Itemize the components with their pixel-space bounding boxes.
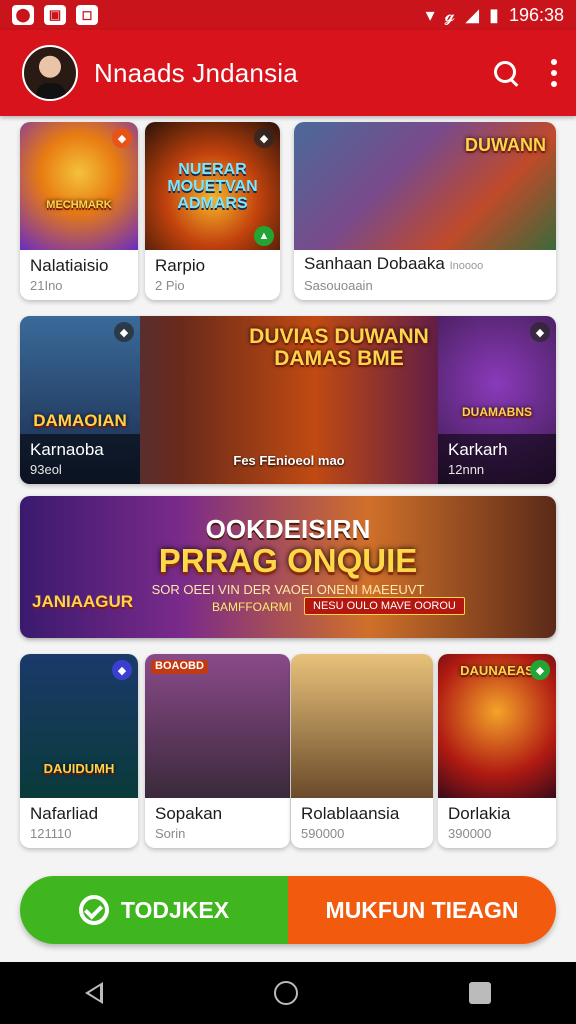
cta-left-button[interactable]: TODJKEX [20, 876, 288, 944]
game-badge-icon: ◆ [112, 660, 132, 680]
banner-headline: PRRAG ONQUIE [158, 542, 418, 579]
game-badge-icon: ◆ [112, 128, 132, 148]
game-subtitle: 390000 [448, 826, 492, 841]
game-art-title: DUVIAS DUWANN DAMAS BME [249, 325, 429, 371]
game-art-title: NUERAR MOUETVAN ADMARS [167, 161, 258, 212]
game-art-title: DUWANN [465, 135, 546, 155]
app-actions [492, 59, 558, 87]
game-title: Karkarh [448, 440, 508, 459]
featured-art[interactable]: DUVIAS DUWANN DAMAS BME Fes FEnioeol mao [140, 316, 438, 484]
banner-promo-text: BAMFFOARMI [212, 600, 292, 614]
game-info: Sanhaan Dobaaka Inoooo Sasouoaain [294, 248, 556, 300]
game-title: Sopakan [155, 804, 223, 823]
notification-app-icon: ⬤ [12, 5, 34, 25]
app-title: Nnaads Jndansia [94, 57, 298, 88]
game-title: Rolablaansia [301, 804, 400, 823]
featured-strip[interactable]: DAMAOIAN ◆ Karnaoba 93eol DUVIAS DUWANN … [20, 316, 556, 484]
home-icon[interactable] [273, 981, 298, 1005]
game-badge-icon: ◆ [254, 128, 274, 148]
cta-left-label: TODJKEX [120, 896, 230, 923]
app-bar: Nnaads Jndansia [0, 30, 576, 116]
game-meta: Inoooo [449, 260, 484, 272]
banner-headline-top: OOKDEISIRN [205, 514, 371, 544]
game-art [291, 654, 433, 798]
game-art-title: DAUIDUMH [43, 761, 115, 776]
game-subtitle: Sorin [155, 826, 186, 841]
system-indicators: ▾ 𝓰 ◢ ▮ 196:38 [426, 5, 564, 26]
game-art-title: BOAOBD [151, 660, 208, 674]
game-grid: MECHMARK ◆ Nalatiaisio 21Ino NUERAR MOUE… [0, 116, 576, 962]
game-art-title: MECHMARK [46, 199, 112, 211]
game-title-text: Sanhaan Dobaaka [304, 254, 445, 273]
game-subtitle: 2 Pio [155, 278, 185, 293]
game-info: Rarpio 2 Pio [145, 250, 280, 300]
game-title: Karnaoba [30, 440, 104, 459]
cta-right-button[interactable]: MUKFUN TIEAGN [288, 876, 556, 944]
game-card[interactable]: Rolablaansia 590000 [291, 654, 433, 848]
battery-icon: ▮ [489, 4, 499, 25]
game-title: Dorlakia [448, 804, 511, 823]
game-title: Rarpio [155, 256, 206, 275]
avatar[interactable] [22, 45, 78, 101]
game-title: Nafarliad [30, 804, 99, 823]
cta-bar: TODJKEX MUKFUN TIEAGN [20, 876, 556, 944]
game-badge-icon: ◆ [530, 322, 550, 342]
game-info: Rolablaansia 590000 [291, 798, 433, 848]
game-title: Nalatiaisio [30, 256, 109, 275]
game-art: BOAOBD [145, 654, 290, 798]
game-art: MECHMARK ◆ [20, 122, 138, 250]
game-card[interactable]: DUAMABNS ◆ Karkarh 12nnn [438, 316, 556, 484]
game-subtitle: 93eol [30, 462, 62, 477]
system-nav-bar [0, 962, 576, 1024]
recent-apps-icon[interactable] [468, 982, 491, 1004]
banner-logo: JANIAAGUR [32, 592, 134, 611]
notification-square-icon: ◻ [76, 5, 98, 25]
game-art-title: DUAMABNS [462, 405, 532, 419]
game-info: Nalatiaisio 21Ino [20, 250, 138, 300]
game-card[interactable]: DAUIDUMH ◆ Nafarliad 121110 [20, 654, 138, 848]
featured-caption: Fes FEnioeol mao [233, 453, 345, 468]
game-info: Karkarh 12nnn [438, 434, 556, 484]
game-subtitle: 12nnn [448, 462, 485, 477]
game-info: Sopakan Sorin [145, 798, 290, 848]
game-art: NUERAR MOUETVAN ADMARS ◆ ▲ [145, 122, 280, 250]
game-info: Dorlakia 390000 [438, 798, 556, 848]
game-card[interactable]: DUWANN Sanhaan Dobaaka Inoooo Sasouoaain [294, 122, 556, 300]
game-title: Sanhaan Dobaaka Inoooo [304, 254, 546, 276]
notification-image-icon: ▣ [44, 5, 66, 25]
game-art: DAUIDUMH ◆ [20, 654, 138, 798]
notification-icons: ⬤ ▣ ◻ [12, 5, 98, 25]
game-card[interactable]: DAUNAEAS ◆ Dorlakia 390000 [438, 654, 556, 848]
status-bar: ⬤ ▣ ◻ ▾ 𝓰 ◢ ▮ 196:38 [0, 0, 576, 30]
game-subtitle: Sasouoaain [304, 278, 373, 293]
status-time: 196:38 [508, 4, 564, 25]
game-art: DAUNAEAS ◆ [438, 654, 556, 798]
game-info: Karnaoba 93eol [20, 434, 140, 484]
banner-promo-button[interactable]: NESU OULO MAVE OOROU [304, 597, 465, 615]
game-info: Nafarliad 121110 [20, 798, 138, 848]
game-card[interactable]: MECHMARK ◆ Nalatiaisio 21Ino [20, 122, 138, 300]
game-card[interactable]: NUERAR MOUETVAN ADMARS ◆ ▲ Rarpio 2 Pio [145, 122, 280, 300]
game-badge-icon: ◆ [530, 660, 550, 680]
promo-banner[interactable]: OOKDEISIRN PRRAG ONQUIE SOR OEEI VIN DER… [20, 496, 556, 638]
game-subtitle: 121110 [30, 826, 72, 841]
game-art: DUWANN [294, 122, 556, 250]
back-icon[interactable] [85, 982, 104, 1004]
search-icon[interactable] [492, 59, 520, 87]
cell-signal-icon: ◢ [465, 4, 480, 25]
more-options-icon[interactable] [550, 59, 558, 87]
game-subtitle: 590000 [301, 826, 345, 841]
signal-extra-icon: 𝓰 [444, 4, 456, 25]
game-corner-icon: ▲ [254, 226, 274, 246]
check-circle-icon [78, 895, 109, 925]
game-subtitle: 21Ino [30, 278, 63, 293]
game-art-title: DAMAOIAN [33, 411, 127, 430]
game-card[interactable]: DAMAOIAN ◆ Karnaoba 93eol [20, 316, 140, 484]
wifi-icon: ▾ [425, 4, 435, 25]
game-card[interactable]: BOAOBD Sopakan Sorin [145, 654, 290, 848]
game-badge-icon: ◆ [114, 322, 134, 342]
